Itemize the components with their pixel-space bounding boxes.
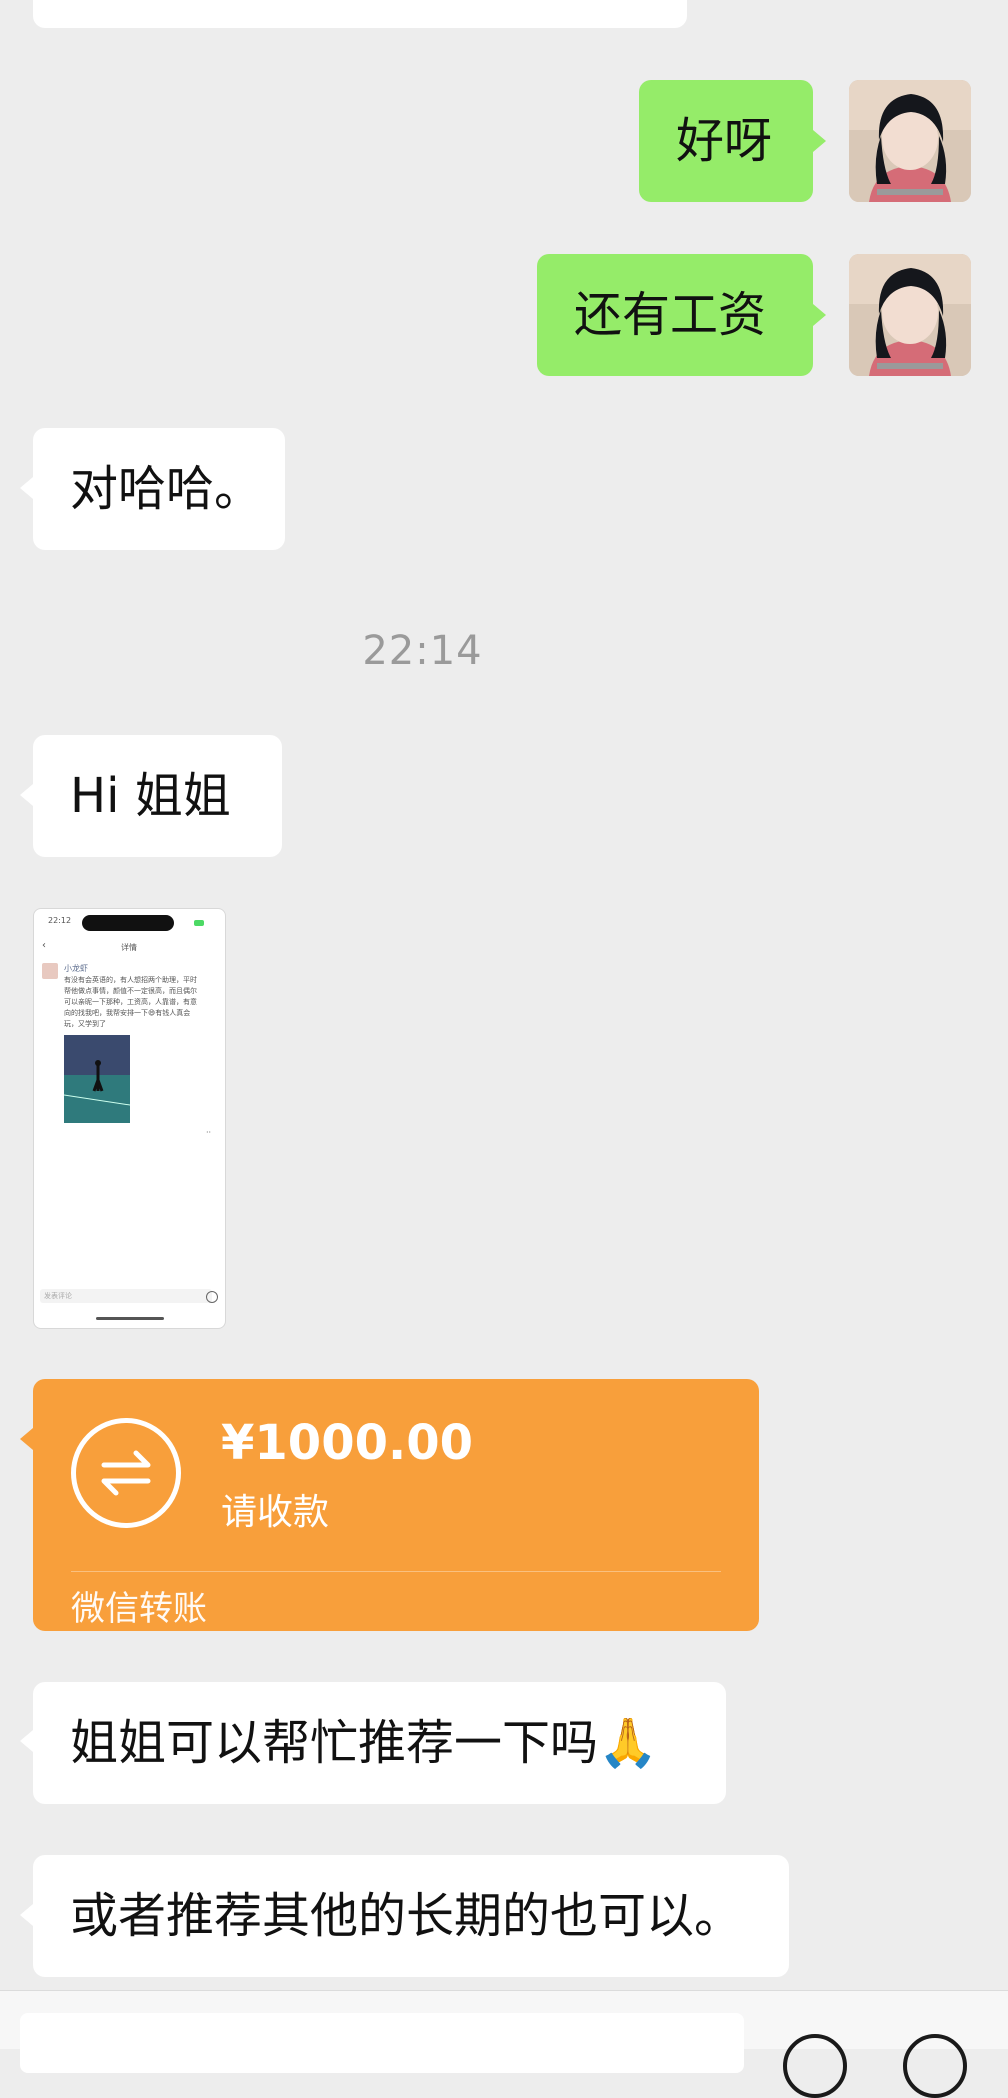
thumb-status-time: 22:12: [48, 916, 72, 925]
thumb-post-line: 有没有会英语的，有人想招两个助理，平时: [64, 976, 197, 984]
transfer-footer: 微信转账: [71, 1589, 207, 1629]
bubble-tail: [20, 1904, 33, 1926]
thumb-post-line: 帮他做点事情，颜值不一定很高，而且偶尔: [64, 987, 197, 995]
thumb-avatar: [42, 963, 58, 979]
avatar-self[interactable]: [849, 254, 971, 376]
message-input[interactable]: [20, 2013, 744, 2073]
bubble-tail: [20, 1730, 33, 1752]
message-text: 或者推荐其他的长期的也可以。: [70, 1888, 743, 1944]
message-bubble-incoming[interactable]: Hi 姐姐: [33, 735, 282, 857]
thumb-battery-icon: [194, 920, 204, 926]
thumb-emoji-icon: [206, 1291, 218, 1303]
thumb-user: 小龙虾: [64, 964, 88, 973]
message-bubble-incoming[interactable]: 对哈哈。: [33, 428, 285, 550]
image-message-thumbnail[interactable]: 22:12 ‹ 详情 小龙虾 有没有会英语的，有人想招两个助理，平时 帮他做点事…: [33, 908, 226, 1329]
chat-input-bar: [0, 1990, 1008, 2098]
thumb-post-line: 向的找我吧，我帮安排一下😄有钱人真会: [64, 1009, 191, 1017]
transfer-status: 请收款: [221, 1492, 330, 1533]
thumb-back-icon: ‹: [42, 940, 46, 951]
avatar-self[interactable]: [849, 80, 971, 202]
message-bubble-outgoing[interactable]: 好呀: [639, 80, 813, 202]
transfer-card[interactable]: ¥1000.00 请收款 微信转账: [33, 1379, 759, 1631]
message-bubble-incoming[interactable]: 姐姐可以帮忙推荐一下吗🙏: [33, 1682, 726, 1804]
message-bubble-outgoing[interactable]: 还有工资: [537, 254, 813, 376]
thumb-more-icon: ··: [206, 1128, 212, 1137]
add-icon[interactable]: [903, 2034, 967, 2098]
thumb-dynamic-island: [82, 915, 174, 931]
message-text: 好呀: [676, 113, 773, 169]
transfer-amount: ¥1000.00: [221, 1415, 474, 1471]
message-text: 还有工资: [574, 287, 767, 343]
bubble-tail: [20, 477, 33, 499]
avatar-image: [849, 80, 971, 202]
thumb-post-line: 玩，又学到了: [64, 1020, 106, 1028]
thumb-post-line: 可以亲昵一下那种，工资高，人靠谱，有意: [64, 998, 197, 1006]
avatar-image: [849, 254, 971, 376]
thumb-photo: [64, 1035, 130, 1123]
bubble-tail: [813, 304, 826, 326]
thumb-comment-placeholder: 发表评论: [44, 1292, 72, 1300]
message-bubble-incoming[interactable]: 或者推荐其他的长期的也可以。: [33, 1855, 789, 1977]
transfer-divider: [71, 1571, 721, 1572]
message-text: 姐姐可以帮忙推荐一下吗🙏: [70, 1715, 658, 1771]
message-bubble-partial[interactable]: [33, 0, 687, 28]
thumb-home-indicator: [96, 1317, 164, 1320]
message-text: 对哈哈。: [70, 461, 263, 517]
chat-timestamp: 22:14: [362, 628, 483, 674]
message-text: Hi 姐姐: [70, 768, 231, 824]
bubble-tail: [20, 784, 33, 806]
thumb-header: 详情: [121, 943, 137, 952]
bubble-tail: [20, 1428, 33, 1450]
emoji-icon[interactable]: [783, 2034, 847, 2098]
transfer-arrows-icon: [71, 1418, 181, 1528]
bubble-tail: [813, 130, 826, 152]
